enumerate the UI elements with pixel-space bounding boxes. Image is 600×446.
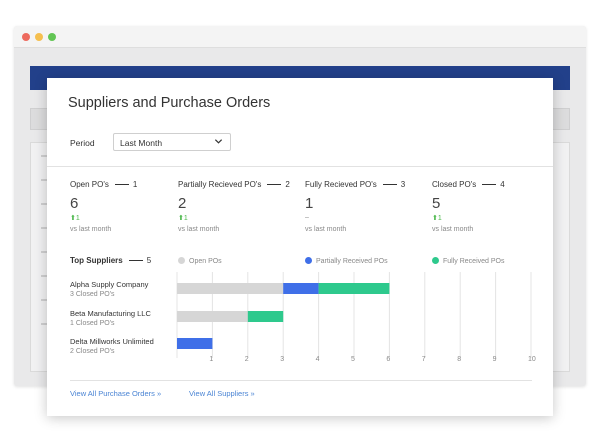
x-tick-label: 9 [493, 356, 497, 363]
bar-segment[interactable] [247, 311, 284, 322]
x-tick-label: 8 [457, 356, 461, 363]
view-all-suppliers-link[interactable]: View All Suppliers » [189, 389, 255, 398]
footer-divider [70, 380, 532, 381]
bar-segment[interactable] [283, 283, 319, 294]
browser-title-bar [14, 26, 586, 48]
bar-segment[interactable] [177, 338, 213, 349]
minimize-window-dot[interactable] [35, 33, 43, 41]
view-all-purchase-orders-link[interactable]: View All Purchase Orders » [70, 389, 161, 398]
bar-segment[interactable] [177, 283, 284, 294]
suppliers-po-card: Suppliers and Purchase Orders Period Las… [47, 78, 553, 416]
bar-segment[interactable] [177, 311, 248, 322]
x-tick-label: 4 [316, 356, 320, 363]
x-tick-label: 3 [280, 356, 284, 363]
x-tick-label: 10 [528, 356, 536, 363]
close-window-dot[interactable] [22, 33, 30, 41]
top-suppliers-chart: 1 2 3 4 5 6 7 8 9 10 [176, 272, 536, 363]
maximize-window-dot[interactable] [48, 33, 56, 41]
x-tick-label: 5 [351, 356, 355, 363]
x-tick-label: 7 [422, 356, 426, 363]
x-tick-label: 2 [245, 356, 249, 363]
x-tick-label: 1 [209, 356, 213, 363]
x-tick-label: 6 [386, 356, 390, 363]
screen: Suppliers and Purchase Orders Period Las… [0, 0, 600, 446]
bar-segment[interactable] [318, 283, 390, 294]
